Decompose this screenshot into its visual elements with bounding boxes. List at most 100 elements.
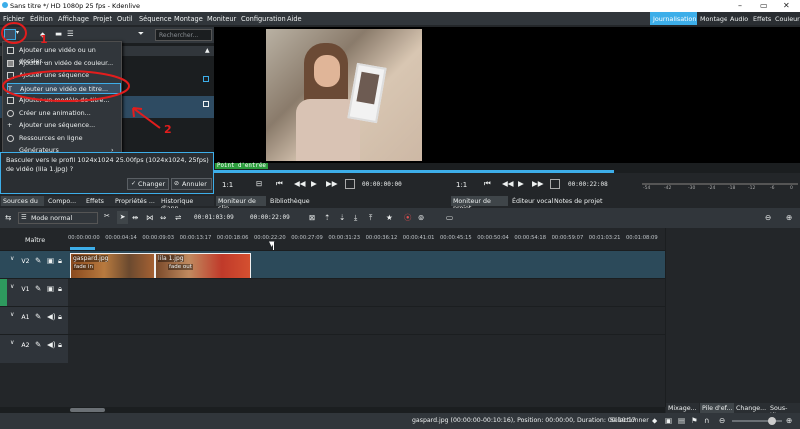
- roll-icon[interactable]: ⇌: [175, 213, 181, 222]
- master-track-label[interactable]: Maître: [25, 236, 45, 244]
- rewind-icon[interactable]: ◀◀: [294, 179, 306, 188]
- record-icon[interactable]: ⦿: [404, 212, 412, 223]
- timeline-empty-area[interactable]: [0, 364, 665, 407]
- tab-project-notes[interactable]: Notes de projet: [552, 196, 604, 206]
- lock-icon[interactable]: 🔒︎: [58, 312, 62, 322]
- zoom-out-small-icon[interactable]: ⊖: [719, 416, 725, 425]
- menu-item-add-image-sequence[interactable]: Ajouter une séquence d'images...: [7, 70, 121, 90]
- project-timecode[interactable]: 00:00:22:08: [568, 181, 608, 188]
- tab-library[interactable]: Bibliothèque: [268, 196, 312, 206]
- subtitle-icon[interactable]: ▭: [446, 213, 453, 222]
- collapse-track-icon[interactable]: ∨: [10, 283, 14, 290]
- proxy-icon[interactable]: ⊚: [418, 213, 424, 222]
- project-zoom-select[interactable]: 1:1: [456, 181, 467, 189]
- play-icon[interactable]: ▶: [311, 179, 317, 188]
- tab-effect-stack[interactable]: Pile d'ef...: [700, 403, 735, 413]
- speaker-icon[interactable]: ◀): [47, 340, 56, 349]
- menu-aide[interactable]: Aide: [287, 15, 302, 23]
- rewind-icon[interactable]: ◀◀: [502, 179, 514, 188]
- snap-icon[interactable]: ⬥: [652, 416, 657, 426]
- menu-item-add-sequence[interactable]: + Ajouter une séquence...: [7, 120, 121, 131]
- timeline-clip-lila[interactable]: lila 1.jpg fade out: [155, 253, 251, 279]
- collapse-icon[interactable]: ▲: [205, 47, 210, 54]
- filter-icon[interactable]: ⏷: [138, 29, 144, 39]
- menu-item-create-animation[interactable]: Créer une animation...: [7, 108, 121, 119]
- overlay-icon[interactable]: ⊟: [256, 179, 262, 188]
- list-view-icon[interactable]: ☰: [67, 29, 74, 38]
- menu-configuration[interactable]: Configuration: [241, 15, 286, 23]
- chevron-down-icon[interactable]: ▾: [16, 29, 19, 36]
- workspace-couleur[interactable]: Couleur: [772, 12, 800, 25]
- effect-icon[interactable]: ✎: [35, 284, 41, 293]
- hide-track-icon[interactable]: ▣: [47, 284, 54, 293]
- fit-zoom-icon[interactable]: ⊠: [309, 213, 315, 222]
- menu-affichage[interactable]: Affichage: [58, 15, 89, 23]
- insert-icon[interactable]: ⤓: [354, 213, 357, 223]
- tab-mixer[interactable]: Mixage...: [666, 403, 699, 413]
- add-clip-button[interactable]: [4, 29, 16, 40]
- menu-projet[interactable]: Projet: [93, 15, 112, 23]
- menu-item-add-video-folder[interactable]: Ajouter une vidéo ou un dossier...: [7, 45, 121, 65]
- tab-history[interactable]: Historique d'ann...: [159, 196, 214, 212]
- workspace-montage[interactable]: Montage: [697, 12, 731, 25]
- tab-properties[interactable]: Propriétés ...: [113, 196, 157, 206]
- track-label-a1[interactable]: A1: [20, 313, 31, 323]
- menu-item-add-color[interactable]: Ajouter un vidéo de couleur...: [7, 58, 121, 69]
- menu-edition[interactable]: Édition: [30, 15, 53, 23]
- menu-item-add-title-template[interactable]: Ajouter un modèle de titre...: [7, 95, 121, 106]
- collapse-track-icon[interactable]: ∨: [10, 311, 14, 318]
- folder-icon[interactable]: ▬: [55, 29, 62, 38]
- play-icon[interactable]: ▶: [518, 179, 524, 188]
- menu-moniteur[interactable]: Moniteur: [207, 15, 236, 23]
- menu-outil[interactable]: Outil: [117, 15, 133, 23]
- magnet-icon[interactable]: ∩: [704, 416, 710, 425]
- collapse-track-icon[interactable]: ∨: [10, 339, 14, 346]
- workspace-audio[interactable]: Audio: [727, 12, 752, 25]
- menu-fichier[interactable]: Fichier: [3, 15, 25, 23]
- fullscreen-icon[interactable]: [345, 179, 355, 189]
- workspace-journalisation[interactable]: Journalisation: [650, 12, 700, 25]
- change-button[interactable]: ✓ Changer: [127, 178, 169, 190]
- close-icon[interactable]: ✕: [783, 1, 790, 10]
- ripple-icon[interactable]: ⋈: [146, 213, 154, 222]
- minimize-icon[interactable]: –: [738, 1, 742, 10]
- tab-compositions[interactable]: Compo...: [46, 196, 78, 206]
- overwrite-icon[interactable]: ⤒: [369, 213, 372, 223]
- cancel-button[interactable]: ⊘ Annuler: [171, 178, 212, 190]
- tab-project-bin[interactable]: Sources du ...: [1, 196, 44, 212]
- zoom-in-icon[interactable]: ⊕: [786, 213, 792, 222]
- project-monitor-screen[interactable]: [494, 27, 800, 163]
- video-thumbnails-icon[interactable]: ▣: [665, 416, 672, 425]
- menu-sequence[interactable]: Séquence: [139, 15, 172, 23]
- tab-voice-editor[interactable]: Éditeur vocal: [510, 196, 555, 206]
- tab-project-monitor[interactable]: Moniteur de projet: [451, 196, 508, 212]
- zoom-slider-handle[interactable]: [768, 417, 776, 425]
- slip-icon[interactable]: ⇔: [160, 213, 166, 222]
- effect-icon[interactable]: ✎: [35, 312, 41, 321]
- tab-changes[interactable]: Change...: [734, 403, 769, 413]
- edit-mode-select[interactable]: ☰ Mode normal: [18, 212, 98, 224]
- maximize-icon[interactable]: ▭: [760, 1, 768, 10]
- markers-icon[interactable]: ⚑: [691, 416, 698, 425]
- search-input[interactable]: Rechercher...: [155, 29, 212, 41]
- track-label-v2[interactable]: V2: [20, 257, 31, 267]
- audio-thumbnails-icon[interactable]: ▤: [678, 416, 685, 425]
- track-menu-icon[interactable]: ⇆: [5, 213, 11, 222]
- workspace-effets[interactable]: Effets: [750, 12, 775, 25]
- tab-clip-monitor[interactable]: Moniteur de clip: [216, 196, 266, 212]
- collapse-track-icon[interactable]: ∨: [10, 255, 14, 262]
- lock-icon[interactable]: 🔒︎: [58, 256, 62, 266]
- tab-subtitles[interactable]: Sous-tit...: [768, 403, 800, 419]
- project-monitor-ruler[interactable]: [494, 163, 800, 173]
- extract-icon[interactable]: ⇣: [339, 213, 345, 222]
- favorite-icon[interactable]: ★: [386, 213, 393, 222]
- select-tool-icon[interactable]: ➤: [117, 211, 128, 224]
- clip-timecode[interactable]: 00:00:00:00: [362, 181, 402, 188]
- hide-track-icon[interactable]: ▣: [47, 256, 54, 265]
- selection-mode[interactable]: Sélectionner: [610, 417, 649, 424]
- track-label-v1[interactable]: V1: [20, 285, 31, 295]
- effect-icon[interactable]: ✎: [35, 256, 41, 265]
- skip-start-icon[interactable]: ⏮: [484, 179, 491, 189]
- tab-effects[interactable]: Effets: [84, 196, 106, 206]
- zoom-out-icon[interactable]: ⊖: [765, 213, 771, 222]
